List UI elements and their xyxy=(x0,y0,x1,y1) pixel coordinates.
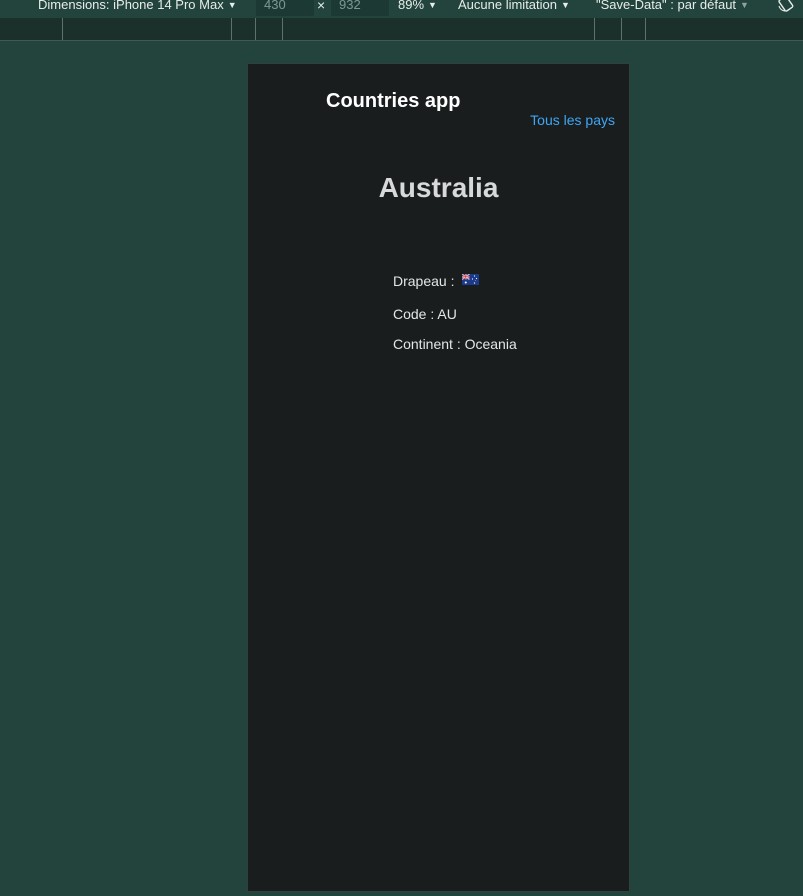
device-viewport: Countries app Tous les pays Australia Dr… xyxy=(247,63,630,892)
dimensions-dropdown[interactable]: Dimensions: iPhone 14 Pro Max ▼ xyxy=(38,0,237,14)
ruler-tick[interactable] xyxy=(621,18,622,40)
ruler-tick[interactable] xyxy=(282,18,283,40)
save-data-label: "Save-Data" : par défaut xyxy=(596,0,737,12)
chevron-down-icon: ▼ xyxy=(561,0,570,10)
country-name: Australia xyxy=(378,172,499,203)
zoom-dropdown[interactable]: 89% ▼ xyxy=(398,0,437,14)
ruler-tick[interactable] xyxy=(231,18,232,40)
ruler-tick[interactable] xyxy=(645,18,646,40)
throttling-label: Aucune limitation xyxy=(458,0,557,12)
dimensions-label: Dimensions: iPhone 14 Pro Max xyxy=(38,0,224,12)
zoom-label: 89% xyxy=(398,0,425,12)
chevron-down-icon: ▼ xyxy=(740,0,749,10)
save-data-dropdown[interactable]: "Save-Data" : par défaut ▼ xyxy=(596,0,749,14)
country-continent: Continent : Oceania xyxy=(393,336,517,352)
rotate-icon[interactable] xyxy=(777,0,795,12)
australia-flag-icon xyxy=(462,274,480,285)
throttling-dropdown[interactable]: Aucune limitation ▼ xyxy=(458,0,570,14)
devtools-toolbar: Dimensions: iPhone 14 Pro Max ▼ 430 × 932… xyxy=(0,0,803,18)
country-code: Code : AU xyxy=(393,306,457,322)
ruler-tick[interactable] xyxy=(62,18,63,40)
ruler-tick[interactable] xyxy=(255,18,256,40)
chevron-down-icon: ▼ xyxy=(227,0,237,10)
times-icon: × xyxy=(317,0,326,13)
app-title: Countries app xyxy=(326,90,461,112)
width-input[interactable]: 430 xyxy=(256,0,314,16)
chevron-down-icon: ▼ xyxy=(428,0,437,10)
ruler-tick[interactable] xyxy=(594,18,595,40)
all-countries-link[interactable]: Tous les pays xyxy=(530,112,615,128)
flag-row: Drapeau : xyxy=(393,273,480,289)
height-input[interactable]: 932 xyxy=(331,0,389,16)
media-query-ruler xyxy=(0,18,803,41)
flag-label: Drapeau : xyxy=(393,273,455,289)
